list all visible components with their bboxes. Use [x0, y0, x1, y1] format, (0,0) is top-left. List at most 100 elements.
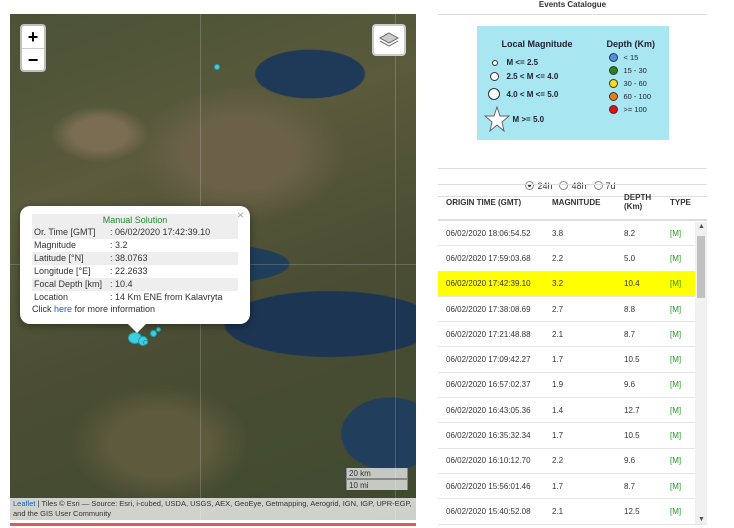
earthquake-marker[interactable] [143, 340, 148, 345]
table-row[interactable]: 06/02/2020 16:57:02.37 1.9 9.6 [M] [438, 373, 707, 399]
popup-more-info: Click here for more information [32, 304, 156, 314]
table-row[interactable]: 06/02/2020 15:40:52.08 2.1 12.5 [M] [438, 499, 707, 525]
cell-origin-time: 06/02/2020 16:57:02.37 [446, 380, 531, 390]
cell-magnitude: 1.7 [552, 481, 564, 491]
popup-field-label: Latitude [°N] [32, 252, 108, 265]
table-body: 06/02/2020 18:06:54.52 3.8 8.2 [M] 06/02/202… [438, 221, 707, 525]
magnitude-legend-title: Local Magnitude [501, 39, 573, 49]
table-row[interactable]: 06/02/2020 15:56:01.46 1.7 8.7 [M] [438, 474, 707, 500]
cell-type: [M] [670, 481, 682, 491]
cell-depth: 12.7 [624, 405, 640, 415]
layers-icon [379, 32, 399, 47]
depth-color-dot [608, 79, 618, 88]
depth-color-dot [608, 105, 618, 114]
cell-origin-time: 06/02/2020 18:06:54.52 [446, 228, 531, 238]
zoom-in-button[interactable]: + [22, 26, 44, 48]
leaflet-link[interactable]: Leaflet [13, 499, 36, 508]
table-row[interactable]: 06/02/2020 17:21:48.88 2.1 8.7 [M] [438, 322, 707, 348]
popup-field-label: Or. Time [GMT] [32, 226, 108, 239]
magnitude-legend-item: M >= 5.0 [483, 106, 544, 132]
close-icon[interactable]: × [237, 208, 244, 222]
cell-depth: 8.7 [624, 481, 636, 491]
cell-magnitude: 1.4 [552, 405, 564, 415]
zoom-control: + − [20, 24, 46, 72]
cell-depth: 10.5 [624, 355, 640, 365]
popup-row: Longitude [°E]: 22.2633 [32, 265, 238, 278]
cell-magnitude: 1.7 [552, 431, 564, 441]
map-attribution: Leaflet | Tiles © Esri — Source: Esri, i… [10, 498, 416, 520]
scale-bar: 20 km 10 mi [346, 468, 408, 490]
earthquake-marker[interactable] [156, 327, 161, 332]
popup-here-link[interactable]: here [54, 304, 72, 314]
table-row[interactable]: 06/02/2020 17:09:42.27 1.7 10.5 [M] [438, 347, 707, 373]
cell-origin-time: 06/02/2020 17:38:08.69 [446, 304, 531, 314]
map-view[interactable]: + − × Manual Solution Or. Time [GMT]: 06… [10, 14, 416, 520]
cell-depth: 8.2 [624, 228, 636, 238]
cell-type: [M] [670, 329, 682, 339]
cell-origin-time: 06/02/2020 15:40:52.08 [446, 506, 531, 516]
depth-legend-item: 30 - 60 [608, 79, 647, 88]
events-table: ORIGIN TIME (GMT) MAGNITUDE DEPTH (Km) T… [438, 184, 707, 528]
depth-legend-item: 60 - 100 [608, 92, 651, 101]
table-row[interactable]: 06/02/2020 16:35:32.34 1.7 10.5 [M] [438, 423, 707, 449]
scroll-down-icon[interactable]: ▼ [698, 516, 705, 523]
depth-legend-title: Depth (Km) [606, 39, 656, 49]
table-row[interactable]: 06/02/2020 17:38:08.69 2.7 8.8 [M] [438, 297, 707, 323]
cell-depth: 10.5 [624, 431, 640, 441]
depth-legend-item: 15 - 30 [608, 66, 647, 75]
cell-type: [M] [670, 405, 682, 415]
table-row[interactable]: 06/02/2020 16:43:05.36 1.4 12.7 [M] [438, 398, 707, 424]
zoom-out-button[interactable]: − [22, 48, 44, 70]
header-type[interactable]: TYPE [664, 198, 696, 207]
cell-depth: 12.5 [624, 506, 640, 516]
map-gridline [395, 14, 396, 520]
small-circle-icon [491, 59, 498, 66]
medium-circle-icon [489, 72, 499, 81]
header-depth[interactable]: DEPTH (Km) [616, 193, 664, 211]
depth-color-dot [608, 53, 618, 62]
catalogue-title: Events Catalogue [438, 0, 707, 15]
cell-magnitude: 1.7 [552, 355, 564, 365]
depth-legend-item: >= 100 [608, 105, 647, 114]
cell-type: [M] [670, 431, 682, 441]
star-icon [483, 106, 510, 132]
popup-field-label: Location [34, 292, 69, 302]
magnitude-legend-item: M <= 2.5 [491, 58, 538, 67]
cell-magnitude: 2.2 [552, 253, 564, 263]
popup-field-value: : 14 Km ENE from Kalavryta [110, 292, 223, 302]
magnitude-legend-item: 4.0 < M <= 5.0 [487, 88, 558, 100]
popup-field-value: : 06/02/2020 17:42:39.10 [108, 226, 238, 239]
earthquake-marker[interactable] [214, 64, 220, 70]
scrollbar-thumb[interactable] [697, 236, 705, 298]
cell-type: [M] [670, 304, 682, 314]
popup-row: Magnitude : 3.2 [32, 239, 238, 252]
popup-field-label: Longitude [°E] [34, 266, 91, 276]
popup-row: Or. Time [GMT]: 06/02/2020 17:42:39.10 [32, 226, 238, 239]
depth-legend-item: < 15 [608, 53, 638, 62]
divider [438, 168, 707, 169]
scale-km: 20 km [346, 468, 408, 479]
scroll-up-icon[interactable]: ▲ [698, 223, 705, 230]
event-popup: × Manual Solution Or. Time [GMT]: 06/02/… [20, 206, 250, 333]
table-row[interactable]: 06/02/2020 17:59:03.68 2.2 5.0 [M] [438, 246, 707, 272]
cell-origin-time: 06/02/2020 16:10:12.70 [446, 456, 531, 466]
cell-origin-time: 06/02/2020 17:09:42.27 [446, 355, 531, 365]
cell-type: [M] [670, 506, 682, 516]
cell-magnitude: 2.2 [552, 456, 564, 466]
table-scrollbar[interactable]: ▲ ▼ [695, 222, 707, 524]
table-row[interactable]: 06/02/2020 16:10:12.70 2.2 9.6 [M] [438, 449, 707, 474]
table-row[interactable]: 06/02/2020 17:42:39.10 3.2 10.4 [M] [438, 271, 707, 297]
popup-field-label: Magnitude [34, 240, 77, 250]
cell-depth: 9.6 [624, 380, 636, 390]
header-origin-time[interactable]: ORIGIN TIME (GMT) [438, 198, 546, 207]
table-row[interactable]: 06/02/2020 18:06:54.52 3.8 8.2 [M] [438, 221, 707, 247]
header-magnitude[interactable]: MAGNITUDE [546, 198, 616, 207]
cell-origin-time: 06/02/2020 15:56:01.46 [446, 481, 531, 491]
depth-color-dot [608, 92, 618, 101]
popup-row: Focal Depth [km]: 10.4 [32, 278, 238, 291]
cell-magnitude: 3.8 [552, 228, 564, 238]
layers-button[interactable] [372, 24, 406, 56]
popup-row: Location : 14 Km ENE from Kalavryta [32, 291, 238, 304]
cell-depth: 8.7 [624, 329, 636, 339]
popup-field-value: : 3.2 [110, 240, 128, 250]
